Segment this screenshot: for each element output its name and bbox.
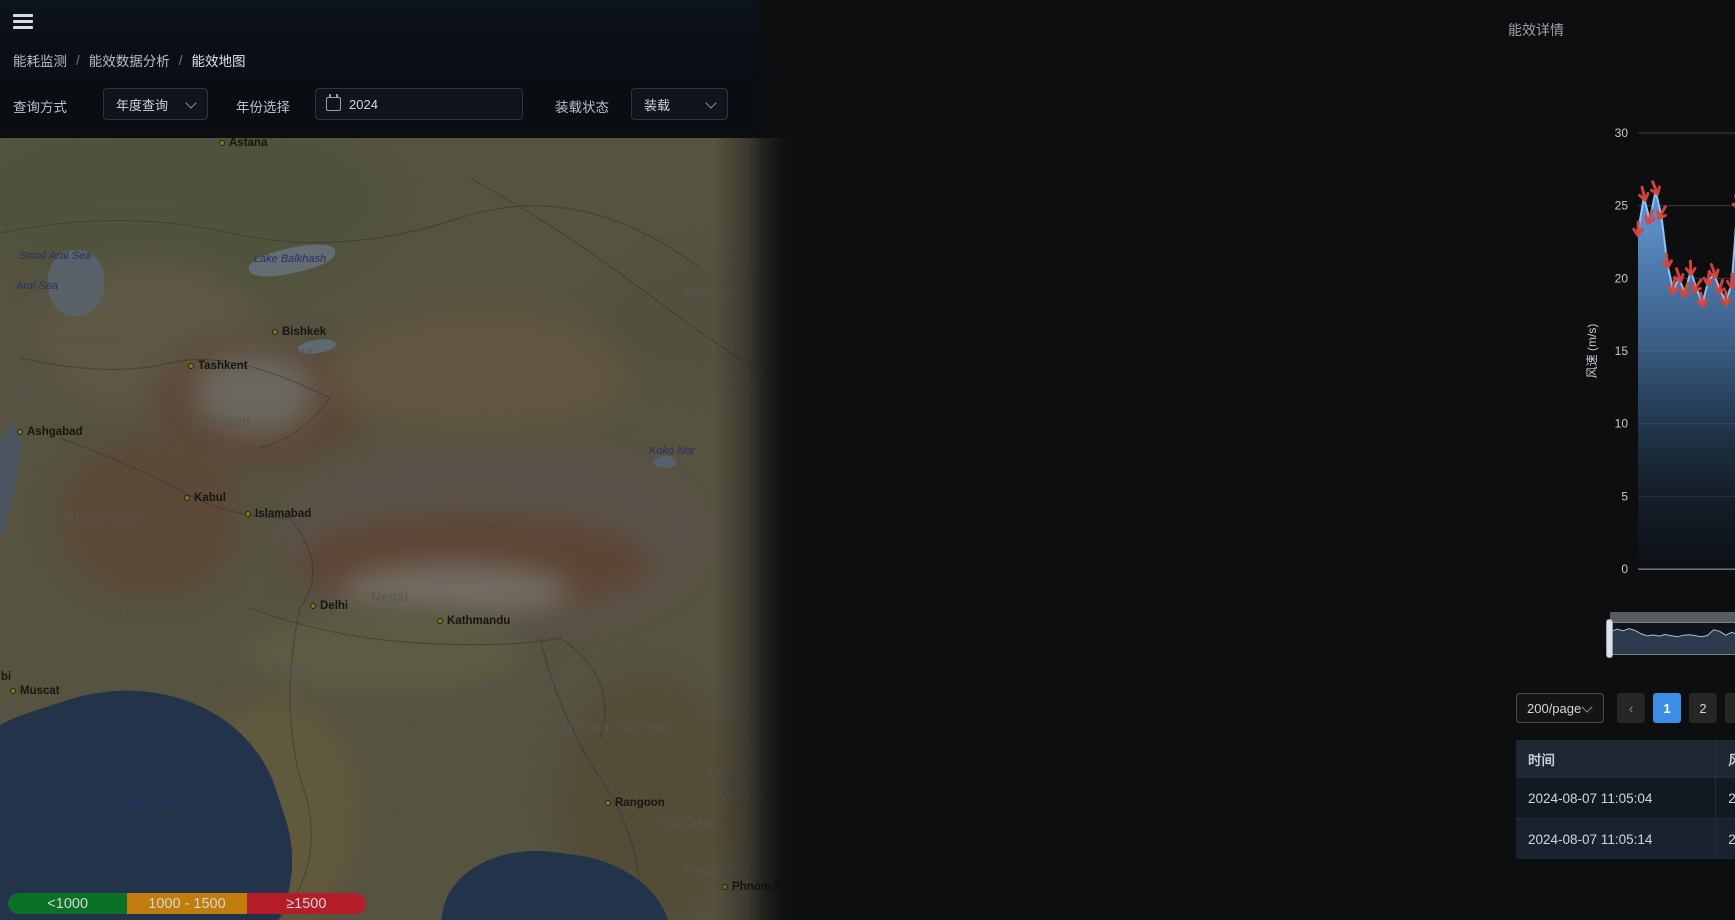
wind-speed-direction-chart[interactable]: 051015202530风速 (m/s)11:1011:1511:2011:25…: [1578, 88, 1735, 604]
breadcrumb-item[interactable]: 能效数据分析: [89, 50, 170, 70]
map-legend-segment: ≥1500: [247, 893, 366, 914]
map-legend-segment: 1000 - 1500: [127, 893, 246, 914]
y-axis-tick-label: 20: [1615, 271, 1629, 285]
load-status-value: 装载: [644, 95, 670, 114]
table-cell: 2024-08-07 11:05:14: [1516, 819, 1716, 860]
table-cell: 23.3: [1716, 778, 1735, 819]
y-axis-tick-label: 0: [1621, 562, 1628, 576]
datazoom-track[interactable]: [1610, 612, 1735, 622]
filter-bar: 查询方式 年度查询 年份选择 2024 装载状态 装载: [0, 76, 760, 132]
top-header-bar: [0, 0, 760, 44]
wind-direction-arrow: [1732, 195, 1735, 210]
datazoom-left-handle[interactable]: [1606, 619, 1613, 658]
query-type-value: 年度查询: [116, 95, 168, 114]
breadcrumb: 能耗监测 / 能效数据分析 / 能效地图: [0, 44, 773, 76]
map-color-legend: <10001000 - 1500≥1500: [8, 893, 366, 914]
modal-backdrop-dim: [0, 138, 812, 920]
wind-direction-arrow: [1649, 180, 1662, 196]
calendar-icon: [326, 97, 341, 111]
page-button-2[interactable]: 2: [1689, 693, 1717, 723]
wind-data-table: 时间风速 (m/s)风向 (°) 2024-08-07 11:05:0423.3…: [1516, 740, 1735, 859]
year-select-label: 年份选择: [236, 96, 290, 116]
wind-direction-arrow: [1686, 261, 1695, 275]
menu-hamburger-icon[interactable]: [13, 14, 33, 30]
page-button-1[interactable]: 1: [1653, 693, 1681, 723]
table-cell: 2024-08-07 11:05:04: [1516, 778, 1716, 819]
y-axis-title: 风速 (m/s): [1585, 324, 1599, 379]
year-value: 2024: [349, 97, 378, 112]
y-axis-tick-label: 10: [1615, 417, 1629, 431]
y-axis-tick-label: 25: [1615, 199, 1629, 213]
load-status-select[interactable]: 装载: [631, 88, 728, 120]
page-size-select[interactable]: 200/page: [1516, 693, 1604, 723]
terrain-map[interactable]: KazakhstanMongoliaUzbekistanKyrgyzstanur…: [0, 138, 812, 920]
app-root: 能耗监测 / 能效数据分析 / 能效地图 查询方式 年度查询 年份选择 2024 装载状…: [0, 0, 1735, 920]
y-axis-tick-label: 30: [1615, 126, 1629, 140]
chevron-down-icon: [1581, 701, 1592, 712]
table-row: 2024-08-07 11:05:1423.99: [1516, 819, 1735, 860]
chart-datazoom-slider[interactable]: [1610, 610, 1735, 656]
y-axis-tick-label: 15: [1615, 344, 1629, 358]
table-header-cell: 时间: [1516, 740, 1716, 778]
page-button-3[interactable]: 3: [1725, 693, 1735, 723]
table-cell: 23.9: [1716, 819, 1735, 860]
wind-direction-arrow: [1638, 186, 1649, 201]
breadcrumb-separator: /: [76, 53, 80, 68]
prev-page-button[interactable]: ‹: [1617, 693, 1645, 723]
breadcrumb-separator: /: [179, 53, 183, 68]
load-status-label: 装载状态: [555, 96, 609, 116]
dialog-title: 能效详情: [1508, 20, 1564, 40]
table-header-cell: 风速 (m/s): [1716, 740, 1735, 778]
page-buttons: ‹123456•••14›: [1617, 693, 1735, 723]
chevron-down-icon: [185, 97, 196, 108]
chevron-down-icon: [705, 97, 716, 108]
year-date-picker[interactable]: 2024: [315, 88, 523, 120]
query-type-label: 查询方式: [13, 96, 67, 116]
detail-dialog: 能效详情 ✕ 风向 风速 051015202530风速 (m/s)11:1011…: [748, 0, 1735, 920]
query-type-select[interactable]: 年度查询: [103, 88, 208, 120]
y-axis-tick-label: 5: [1621, 489, 1628, 503]
table-row: 2024-08-07 11:05:0423.316: [1516, 778, 1735, 819]
datazoom-preview[interactable]: [1610, 622, 1735, 655]
breadcrumb-item[interactable]: 能效地图: [192, 50, 246, 70]
breadcrumb-item[interactable]: 能耗监测: [13, 50, 67, 70]
page-size-value: 200/page: [1527, 701, 1581, 716]
map-legend-segment: <1000: [8, 893, 127, 914]
